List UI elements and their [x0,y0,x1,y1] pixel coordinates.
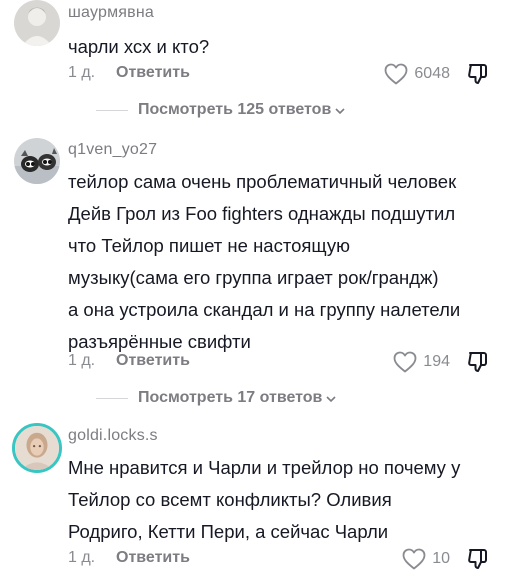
comment-timestamp: 1 д. [68,352,96,369]
comment-text: Мне нравится и Чарли и трейлор но почему… [68,452,498,548]
like-button[interactable]: 194 [393,350,450,374]
comment-timestamp: 1 д. [68,549,96,566]
comment-text-line: тейлор сама очень проблематичный человек [68,171,457,192]
comment-actions: 1 д. Ответить 6048 [68,62,498,86]
view-replies-button[interactable]: Посмотреть 125 ответов [96,98,346,122]
dislike-button[interactable] [466,350,490,374]
comment-text: тейлор сама очень проблематичный человек… [68,166,498,358]
like-button[interactable]: 10 [402,547,450,571]
divider [96,397,128,399]
chevron-down-icon [326,396,336,403]
reply-button[interactable]: Ответить [116,352,190,370]
divider [96,109,128,111]
view-replies-button[interactable]: Посмотреть 17 ответов [96,386,337,410]
comment-text-line: а она устроила скандал и на группу налет… [68,299,461,320]
comment-username[interactable]: goldi.locks.s [68,427,158,445]
comment-text-line: музыку(сама его группа играет рок/грандж… [68,267,439,288]
comment-text-line: Дейв Грол из Foo fighters однажды подшут… [68,203,456,224]
view-replies-label: Посмотреть 125 ответов [138,101,332,118]
comment-username[interactable]: шаурмявна [68,4,154,22]
comment-text-line: чарли хсх и кто? [68,36,210,57]
comment-text: чарли хсх и кто? [68,31,498,63]
comment-text-line: Мне нравится и Чарли и трейлор но почему… [68,457,461,478]
dislike-button[interactable] [466,547,490,571]
comment-actions: 1 д. Ответить 10 [68,547,498,571]
comment-text-line: Родриго, Кетти Пери, а сейчас Чарли [68,521,389,542]
thumbs-down-outline-icon [468,549,487,569]
heart-outline-icon [393,351,417,373]
comment-text-line: что Тейлор пишет не настоящую [68,235,350,256]
comment-timestamp: 1 д. [68,64,96,81]
like-count: 10 [432,550,450,567]
heart-outline-icon [385,63,408,85]
chevron-down-icon [335,108,345,115]
avatar[interactable] [14,138,60,184]
thumbs-down-outline-icon [468,64,487,84]
view-replies-label: Посмотреть 17 ответов [138,389,323,406]
reply-button[interactable]: Ответить [116,549,190,567]
like-count: 194 [423,353,450,370]
like-count: 6048 [414,65,450,82]
comment-actions: 1 д. Ответить 194 [68,350,498,374]
avatar[interactable] [12,423,62,473]
dislike-button[interactable] [466,62,490,86]
thumbs-down-outline-icon [468,352,487,372]
avatar[interactable] [14,0,60,46]
heart-outline-icon [402,548,426,570]
comment-text-line: Тейлор со всемт конфликты? Оливия [68,489,392,510]
comment-username[interactable]: q1ven_yo27 [68,141,157,159]
reply-button[interactable]: Ответить [116,64,190,82]
like-button[interactable]: 6048 [384,62,450,86]
